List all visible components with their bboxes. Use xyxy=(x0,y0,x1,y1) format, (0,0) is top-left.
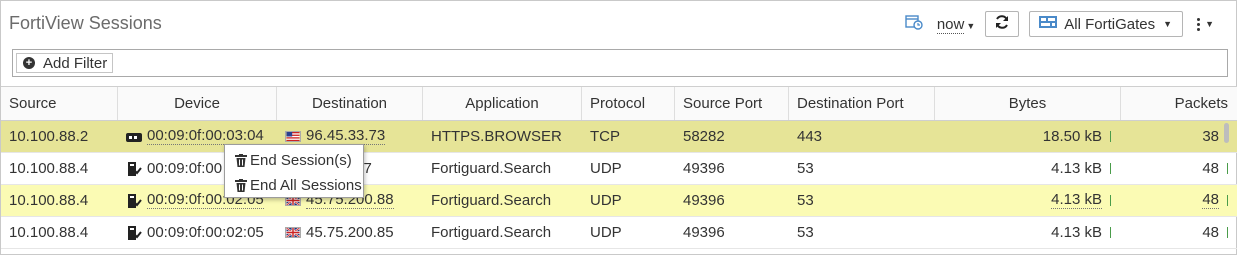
cell-source: 10.100.88.4 xyxy=(9,192,89,209)
time-range-dropdown[interactable]: now ▼ xyxy=(905,14,975,34)
device-mac-link[interactable]: 00:09:0f:00:03:04 xyxy=(147,128,264,145)
bytes-bar xyxy=(1110,131,1111,142)
cell-source: 10.100.88.4 xyxy=(9,160,89,177)
cell-application: Fortiguard.Search xyxy=(431,224,552,241)
table-header: Source Device Destination Application Pr… xyxy=(1,86,1237,121)
time-range-label: now xyxy=(936,15,965,34)
end-all-sessions-menu-item[interactable]: End All Sessions xyxy=(225,173,363,198)
column-header-source-port[interactable]: Source Port xyxy=(675,87,789,120)
cell-protocol: UDP xyxy=(590,224,622,241)
fortigate-device-icon xyxy=(1038,15,1058,33)
table-row[interactable]: 10.100.88.2 00:09:0f:00:03:04 96.45.33.7… xyxy=(1,121,1237,153)
cell-destination-port: 53 xyxy=(797,160,814,177)
bytes-value: 18.50 kB xyxy=(1042,128,1102,145)
packets-bar xyxy=(1227,195,1228,206)
end-sessions-label: End Session(s) xyxy=(250,152,352,169)
more-options-button[interactable]: ▼ xyxy=(1193,17,1218,31)
table-row[interactable]: 10.100.88.4 00:09:0f:00 .87 Fortiguard.S… xyxy=(1,153,1237,185)
packets-bar xyxy=(1227,163,1228,174)
fortigate-selector[interactable]: All FortiGates ▼ xyxy=(1029,11,1184,37)
cell-application: Fortiguard.Search xyxy=(431,192,552,209)
cell-packets: 48 xyxy=(1121,217,1237,248)
cell-source-port: 49396 xyxy=(683,192,725,209)
cell-bytes: 4.13 kB xyxy=(935,217,1121,248)
trash-icon xyxy=(235,179,247,192)
bytes-value: 4.13 kB xyxy=(1051,191,1102,209)
uk-flag-icon xyxy=(285,227,301,238)
refresh-icon xyxy=(994,14,1010,34)
filter-bar[interactable]: + Add Filter xyxy=(12,49,1228,77)
destination-ip-link[interactable]: 96.45.33.73 xyxy=(306,128,386,145)
packets-value: 48 xyxy=(1202,191,1219,209)
trash-icon xyxy=(235,154,247,167)
packets-bar xyxy=(1227,227,1228,238)
cell-bytes: 18.50 kB xyxy=(935,121,1121,152)
destination-ip-text[interactable]: 45.75.200.85 xyxy=(306,224,394,241)
chevron-down-icon: ▼ xyxy=(1205,19,1214,29)
toolbar: now ▼ All FortiGates ▼ ▼ xyxy=(905,11,1218,37)
fortigate-device-icon xyxy=(126,132,142,142)
bytes-value: 4.13 kB xyxy=(1051,224,1102,241)
cell-bytes: 4.13 kB xyxy=(935,185,1121,216)
device-mac-text[interactable]: 00:09:0f:00 xyxy=(147,160,222,177)
add-filter-label: Add Filter xyxy=(43,54,108,72)
server-device-icon xyxy=(128,225,142,240)
chevron-down-icon: ▼ xyxy=(966,20,976,31)
server-device-icon xyxy=(128,161,142,176)
bytes-bar xyxy=(1110,163,1111,174)
vertical-scrollbar[interactable] xyxy=(1224,123,1229,143)
cell-packets: 48 xyxy=(1121,153,1237,184)
table-row[interactable]: 10.100.88.4 00:09:0f:00:02:05 45.75.200.… xyxy=(1,185,1237,217)
cell-application: HTTPS.BROWSER xyxy=(431,128,562,145)
packets-value: 38 xyxy=(1202,128,1219,145)
cell-source: 10.100.88.4 xyxy=(9,224,89,241)
column-header-application[interactable]: Application xyxy=(423,87,582,120)
column-header-destination[interactable]: Destination xyxy=(277,87,423,120)
vertical-dots-icon xyxy=(1197,17,1201,31)
refresh-button[interactable] xyxy=(985,11,1020,37)
column-header-packets[interactable]: Packets xyxy=(1121,87,1237,120)
fortigate-selector-label: All FortiGates xyxy=(1064,15,1156,33)
column-header-device[interactable]: Device xyxy=(118,87,277,120)
cell-protocol: TCP xyxy=(590,128,620,145)
end-all-sessions-label: End All Sessions xyxy=(250,177,362,194)
column-header-bytes[interactable]: Bytes xyxy=(935,87,1121,120)
chevron-down-icon: ▼ xyxy=(1163,19,1173,29)
cell-device: 00:09:0f:00:02:05 xyxy=(118,217,277,248)
cell-destination-port: 53 xyxy=(797,192,814,209)
server-device-icon xyxy=(128,193,142,208)
cell-protocol: UDP xyxy=(590,192,622,209)
device-mac-text[interactable]: 00:09:0f:00:02:05 xyxy=(147,224,264,241)
cell-application: Fortiguard.Search xyxy=(431,160,552,177)
packets-value: 48 xyxy=(1202,224,1219,241)
clock-calendar-icon xyxy=(905,14,923,34)
cell-bytes: 4.13 kB xyxy=(935,153,1121,184)
page-title: FortiView Sessions xyxy=(9,13,162,33)
cell-source-port: 49396 xyxy=(683,224,725,241)
cell-source-port: 49396 xyxy=(683,160,725,177)
sessions-table: Source Device Destination Application Pr… xyxy=(1,86,1237,249)
cell-packets: 48 xyxy=(1121,185,1237,216)
packets-value: 48 xyxy=(1202,160,1219,177)
fortiview-sessions-panel: FortiView Sessions now ▼ All FortiGates ▼… xyxy=(0,0,1237,255)
table-row[interactable]: 10.100.88.4 00:09:0f:00:02:05 45.75.200.… xyxy=(1,217,1237,249)
cell-destination-port: 53 xyxy=(797,224,814,241)
us-flag-icon xyxy=(285,131,301,142)
context-menu: End Session(s) End All Sessions xyxy=(224,144,364,198)
column-header-source[interactable]: Source xyxy=(1,87,118,120)
cell-destination: 45.75.200.85 xyxy=(277,217,423,248)
cell-protocol: UDP xyxy=(590,160,622,177)
column-header-protocol[interactable]: Protocol xyxy=(582,87,675,120)
cell-destination-port: 443 xyxy=(797,128,823,145)
end-sessions-menu-item[interactable]: End Session(s) xyxy=(225,148,363,173)
plus-circle-icon: + xyxy=(23,57,35,69)
bytes-value: 4.13 kB xyxy=(1051,160,1102,177)
cell-source-port: 58282 xyxy=(683,128,725,145)
column-header-destination-port[interactable]: Destination Port xyxy=(789,87,935,120)
bytes-bar xyxy=(1110,195,1111,206)
add-filter-button[interactable]: + Add Filter xyxy=(16,53,114,73)
cell-source: 10.100.88.2 xyxy=(9,128,89,145)
cell-packets: 38 xyxy=(1121,121,1237,152)
bytes-bar xyxy=(1110,227,1111,238)
